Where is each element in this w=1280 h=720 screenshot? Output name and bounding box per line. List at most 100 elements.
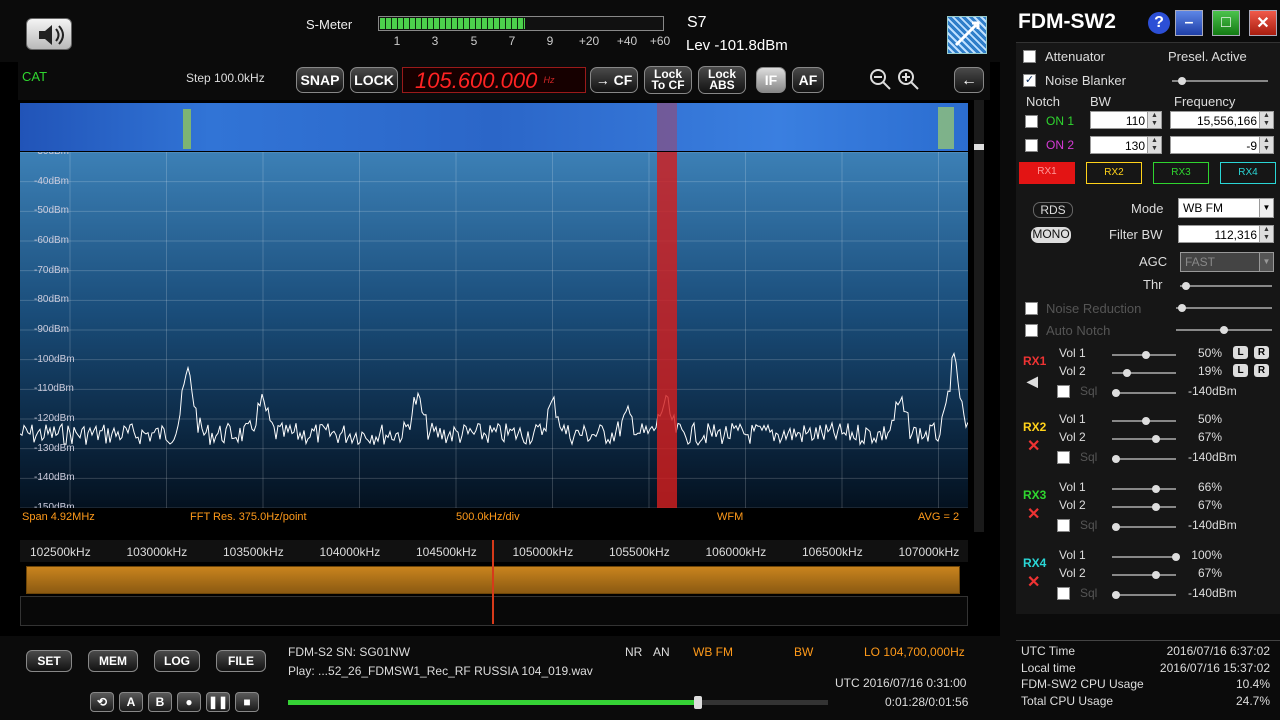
vol1-slider[interactable]: [1112, 553, 1180, 561]
slider-knob[interactable]: [1178, 304, 1186, 312]
mute-icon[interactable]: ✕: [1027, 439, 1043, 455]
notch-2-bw[interactable]: 130 ▲ ▼: [1090, 136, 1162, 154]
vol2-slider[interactable]: [1112, 369, 1176, 377]
spectrum-display[interactable]: -30dBm -40dBm -50dBm -60dBm -70dBm -80dBm -90d…: [20, 152, 968, 508]
sql-value: -140dBm: [1188, 450, 1237, 464]
spin-arrows[interactable]: ▲ ▼: [1259, 137, 1273, 153]
scrollbar-thumb[interactable]: [974, 144, 984, 150]
notch-2-frequency[interactable]: -9 ▲ ▼: [1170, 136, 1274, 154]
vol2-slider[interactable]: [1112, 503, 1176, 511]
speaker-icon[interactable]: [26, 18, 72, 50]
memory-strip[interactable]: [20, 596, 968, 626]
sql-checkbox[interactable]: [1057, 587, 1070, 600]
sql-slider[interactable]: [1112, 389, 1176, 397]
vol2-slider[interactable]: [1112, 435, 1176, 443]
notch-1-frequency[interactable]: 15,556,166 ▲ ▼: [1170, 111, 1274, 129]
sql-slider[interactable]: [1112, 523, 1176, 531]
slider-knob[interactable]: [1142, 351, 1150, 359]
spin-arrows[interactable]: ▲ ▼: [1147, 112, 1161, 128]
if-button[interactable]: IF: [756, 67, 786, 93]
vol1-slider[interactable]: [1112, 417, 1176, 425]
sql-checkbox[interactable]: [1057, 385, 1070, 398]
back-arrow-button[interactable]: ←: [954, 67, 984, 93]
lock-button[interactable]: LOCK: [350, 67, 398, 93]
snap-button[interactable]: SNAP: [296, 67, 344, 93]
left-channel-button[interactable]: L: [1233, 346, 1248, 359]
rds-button[interactable]: RDS: [1033, 202, 1073, 218]
waterfall-display[interactable]: [20, 103, 968, 151]
attenuator-checkbox[interactable]: [1023, 50, 1036, 63]
slider-knob[interactable]: [1142, 417, 1150, 425]
auto-notch-checkbox[interactable]: [1025, 324, 1038, 337]
spin-arrows[interactable]: ▲ ▼: [1259, 226, 1273, 242]
af-button[interactable]: AF: [792, 67, 824, 93]
slider-knob[interactable]: [1112, 455, 1120, 463]
mode-select[interactable]: WB FM ▼: [1178, 198, 1274, 218]
left-channel-button[interactable]: L: [1233, 364, 1248, 377]
set-button[interactable]: SET: [26, 650, 72, 672]
vol2-slider[interactable]: [1112, 571, 1176, 579]
tab-rx4[interactable]: RX4: [1220, 162, 1276, 184]
tab-rx2[interactable]: RX2: [1086, 162, 1142, 184]
agc-select[interactable]: FAST ▼: [1180, 252, 1274, 272]
spin-arrows[interactable]: ▲ ▼: [1259, 112, 1273, 128]
mark-a-button[interactable]: A: [119, 692, 143, 712]
log-button[interactable]: LOG: [154, 650, 200, 672]
record-button[interactable]: ●: [177, 692, 201, 712]
spin-arrows[interactable]: ▲ ▼: [1147, 137, 1161, 153]
stat-value: 24.7%: [1235, 693, 1270, 708]
sql-slider[interactable]: [1112, 455, 1176, 463]
zoom-out-icon[interactable]: [868, 67, 892, 91]
sql-checkbox[interactable]: [1057, 451, 1070, 464]
slider-knob[interactable]: [1112, 523, 1120, 531]
close-icon[interactable]: ✕: [1249, 10, 1277, 36]
speaker-icon[interactable]: ◀: [1027, 373, 1043, 389]
slider-knob[interactable]: [1112, 591, 1120, 599]
notch-1-bw[interactable]: 110 ▲ ▼: [1090, 111, 1162, 129]
progress-knob[interactable]: [694, 696, 703, 709]
notch-2-checkbox[interactable]: [1025, 139, 1038, 152]
vol1-slider[interactable]: [1112, 351, 1176, 359]
maximize-icon[interactable]: □: [1212, 10, 1240, 36]
notch-1-checkbox[interactable]: [1025, 115, 1038, 128]
mark-b-button[interactable]: B: [148, 692, 172, 712]
slider-knob[interactable]: [1220, 326, 1228, 334]
minimize-icon[interactable]: –: [1175, 10, 1203, 36]
mem-button[interactable]: MEM: [88, 650, 138, 672]
slider-knob[interactable]: [1112, 389, 1120, 397]
mute-icon[interactable]: ✕: [1027, 575, 1043, 591]
slider-knob[interactable]: [1182, 282, 1190, 290]
noise-reduction-slider[interactable]: [1176, 304, 1272, 312]
slider-knob[interactable]: [1178, 77, 1186, 85]
pause-button[interactable]: ❚❚: [206, 692, 230, 712]
lock-abs-button[interactable]: Lock ABS: [698, 66, 746, 94]
auto-notch-slider[interactable]: [1176, 326, 1272, 334]
file-button[interactable]: FILE: [216, 650, 266, 672]
noise-blanker-checkbox[interactable]: ✓: [1023, 74, 1036, 87]
noise-blanker-slider[interactable]: [1172, 77, 1268, 85]
slider-knob[interactable]: [1172, 553, 1180, 561]
right-channel-button[interactable]: R: [1254, 346, 1269, 359]
tab-rx3[interactable]: RX3: [1153, 162, 1209, 184]
zoom-in-icon[interactable]: [896, 67, 920, 91]
filter-bw-field[interactable]: 112,316 ▲ ▼: [1178, 225, 1274, 243]
frequency-display[interactable]: 105.600.000 Hz: [402, 67, 586, 93]
mute-icon[interactable]: ✕: [1027, 507, 1043, 523]
sql-slider[interactable]: [1112, 591, 1176, 599]
loop-button[interactable]: ⟲: [90, 692, 114, 712]
right-channel-button[interactable]: R: [1254, 364, 1269, 377]
playback-progress[interactable]: [288, 696, 828, 709]
stop-button[interactable]: ■: [235, 692, 259, 712]
help-icon[interactable]: ?: [1148, 12, 1170, 34]
sql-checkbox[interactable]: [1057, 519, 1070, 532]
lock-to-cf-button[interactable]: Lock To CF: [644, 66, 692, 94]
thr-slider[interactable]: [1180, 282, 1272, 290]
to-cf-button[interactable]: → CF: [590, 67, 638, 93]
vol1-slider[interactable]: [1112, 485, 1176, 493]
vertical-scrollbar[interactable]: [974, 100, 984, 532]
tools-icon[interactable]: [947, 16, 987, 54]
slider-knob[interactable]: [1151, 485, 1160, 493]
mono-button[interactable]: MONO: [1031, 227, 1071, 243]
noise-reduction-checkbox[interactable]: [1025, 302, 1038, 315]
tab-rx1[interactable]: RX1: [1019, 162, 1075, 184]
